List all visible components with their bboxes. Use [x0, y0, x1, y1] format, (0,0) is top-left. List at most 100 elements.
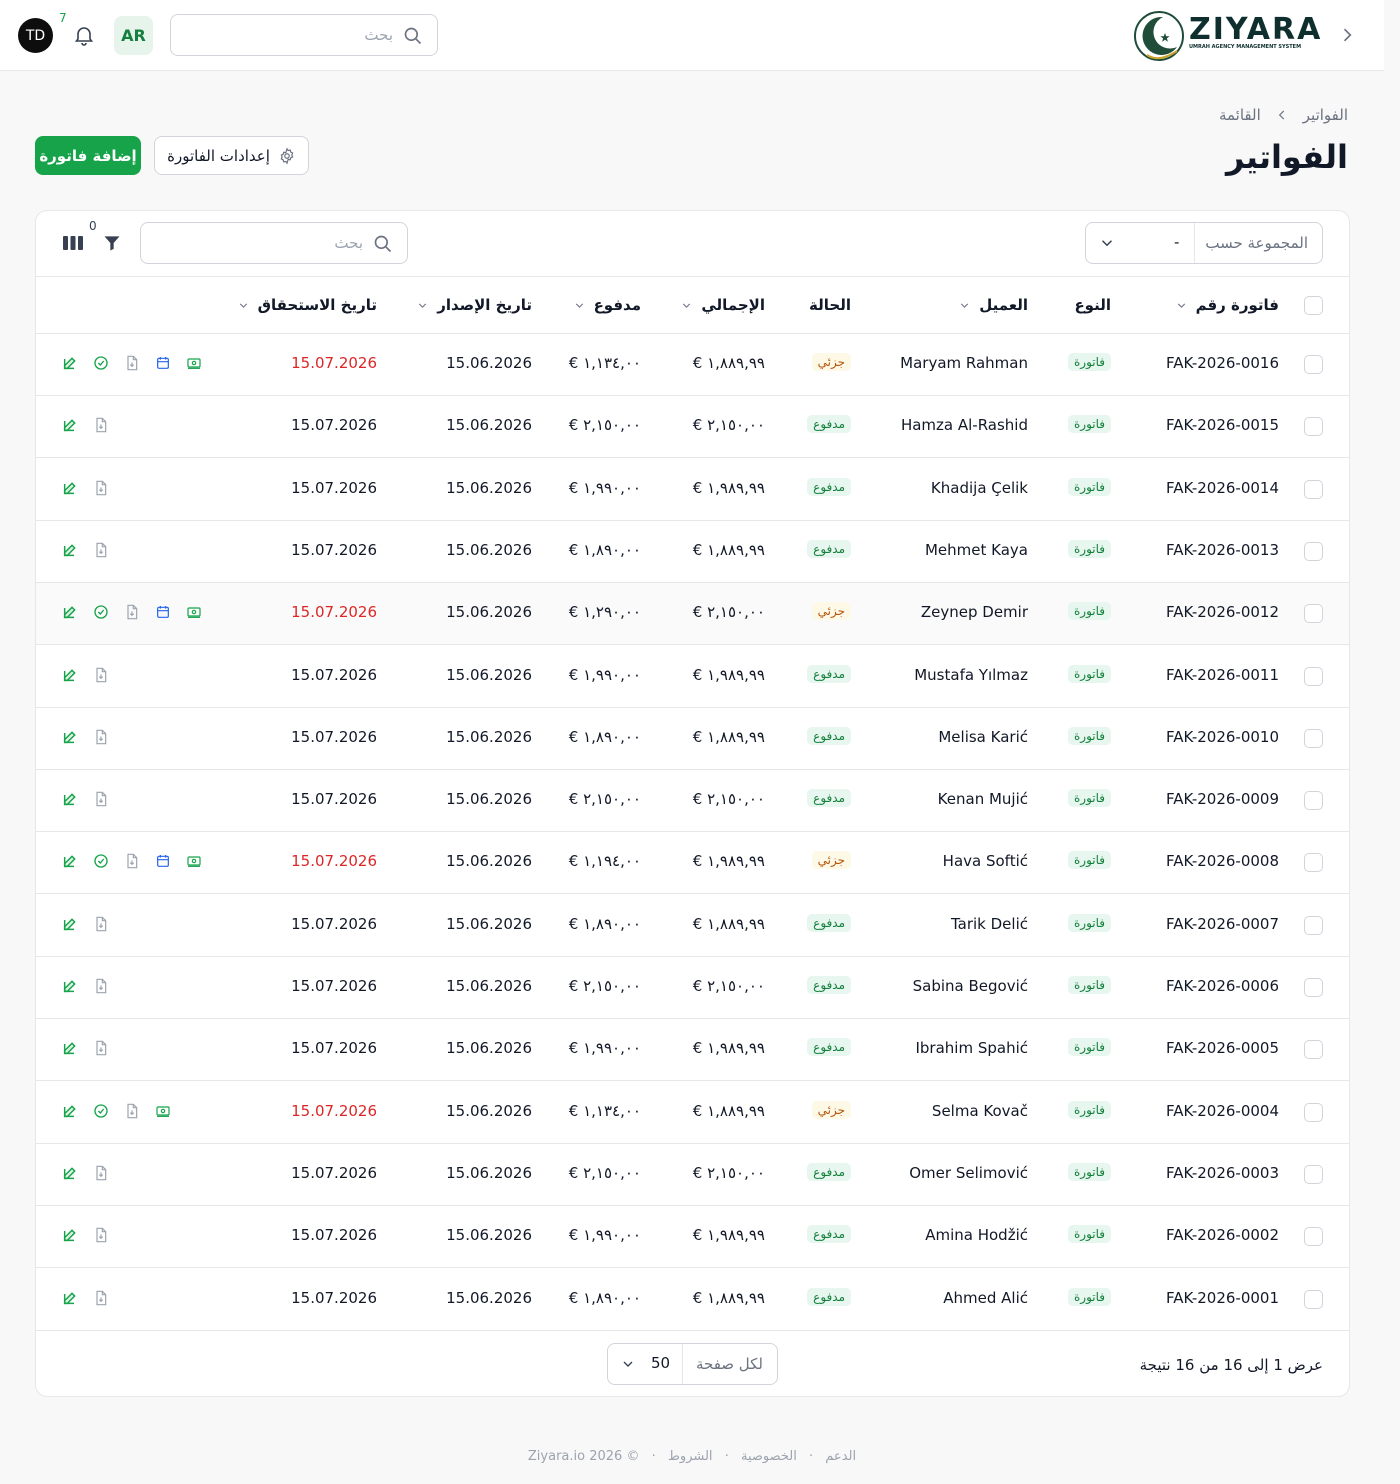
pdf-download-icon[interactable] — [124, 355, 140, 371]
invoice-settings-button[interactable]: إعدادات الفاتورة — [154, 136, 309, 175]
row-checkbox[interactable] — [1304, 1227, 1323, 1247]
invoice-number[interactable]: FAK-2026-0006 — [1166, 977, 1279, 995]
table-row[interactable]: FAK-2026-0009 فاتورة Kenan Mujić مدفوع € ٢,١… — [36, 770, 1349, 833]
column-header-paid[interactable]: مدفوع — [573, 296, 641, 314]
invoice-number[interactable]: FAK-2026-0002 — [1166, 1226, 1279, 1244]
table-row[interactable]: FAK-2026-0015 فاتورة Hamza Al-Rashid مدفوع €… — [36, 396, 1349, 459]
edit-icon[interactable] — [62, 667, 78, 683]
invoice-number[interactable]: FAK-2026-0007 — [1166, 915, 1279, 933]
row-checkbox[interactable] — [1304, 541, 1323, 561]
money-icon[interactable] — [186, 853, 202, 869]
table-row[interactable]: FAK-2026-0010 فاتورة Melisa Karić مدفوع € ١,… — [36, 708, 1349, 770]
invoice-number[interactable]: FAK-2026-0004 — [1166, 1102, 1279, 1120]
footer-privacy-link[interactable]: الخصوصية — [741, 1449, 797, 1464]
pdf-download-icon[interactable] — [93, 1227, 109, 1243]
pdf-download-icon[interactable] — [124, 853, 140, 869]
invoice-number[interactable]: FAK-2026-0016 — [1166, 354, 1279, 372]
footer-terms-link[interactable]: الشروط — [668, 1449, 713, 1464]
row-checkbox[interactable] — [1304, 417, 1323, 437]
edit-icon[interactable] — [62, 355, 78, 371]
column-header-invoice-no[interactable]: فاتورة رقم — [1175, 296, 1279, 314]
table-row[interactable]: FAK-2026-0006 فاتورة Sabina Begović مدفوع € … — [36, 957, 1349, 1019]
check-circle-icon[interactable] — [93, 1103, 109, 1119]
filter-icon[interactable] — [102, 233, 122, 253]
row-checkbox[interactable] — [1304, 1164, 1323, 1184]
edit-icon[interactable] — [62, 1227, 78, 1243]
check-circle-icon[interactable] — [93, 853, 109, 869]
calendar-icon[interactable] — [155, 853, 171, 869]
check-circle-icon[interactable] — [93, 604, 109, 620]
row-checkbox[interactable] — [1304, 978, 1323, 997]
edit-icon[interactable] — [62, 1290, 78, 1306]
breadcrumb-parent[interactable]: الفواتير — [1303, 106, 1348, 124]
table-row[interactable]: FAK-2026-0002 فاتورة Amina Hodžić مدفوع € ١,… — [36, 1206, 1349, 1269]
table-row[interactable]: FAK-2026-0001 فاتورة Ahmed Alić مدفوع € ١,٨٨… — [36, 1269, 1349, 1331]
global-search-input[interactable]: بحث — [170, 14, 438, 56]
edit-icon[interactable] — [62, 1040, 78, 1056]
table-row[interactable]: FAK-2026-0005 فاتورة Ibrahim Spahić مدفوع € … — [36, 1019, 1349, 1082]
edit-icon[interactable] — [62, 480, 78, 496]
row-checkbox[interactable] — [1304, 915, 1323, 935]
pdf-download-icon[interactable] — [124, 1103, 140, 1119]
column-header-client[interactable]: العميل — [958, 296, 1028, 314]
pdf-download-icon[interactable] — [93, 667, 109, 683]
row-checkbox[interactable] — [1304, 666, 1323, 686]
edit-icon[interactable] — [62, 1165, 78, 1181]
invoice-number[interactable]: FAK-2026-0011 — [1166, 666, 1279, 684]
pdf-download-icon[interactable] — [93, 729, 109, 745]
pdf-download-icon[interactable] — [93, 542, 109, 558]
table-row[interactable]: FAK-2026-0014 فاتورة Khadija Çelik مدفوع € ١… — [36, 459, 1349, 521]
invoice-number[interactable]: FAK-2026-0009 — [1166, 790, 1279, 808]
invoice-number[interactable]: FAK-2026-0001 — [1166, 1289, 1279, 1307]
group-by-select[interactable]: المجموعة حسب - — [1085, 222, 1323, 264]
edit-icon[interactable] — [62, 1103, 78, 1119]
per-page-select[interactable]: لكل صفحة 50 — [607, 1343, 778, 1385]
invoice-number[interactable]: FAK-2026-0003 — [1166, 1164, 1279, 1182]
user-avatar[interactable]: TD — [18, 18, 53, 53]
select-all-checkbox[interactable] — [1304, 296, 1323, 315]
invoice-number[interactable]: FAK-2026-0005 — [1166, 1039, 1279, 1057]
invoice-number[interactable]: FAK-2026-0012 — [1166, 603, 1279, 621]
pdf-download-icon[interactable] — [93, 417, 109, 433]
calendar-icon[interactable] — [155, 604, 171, 620]
row-checkbox[interactable] — [1304, 853, 1323, 873]
edit-icon[interactable] — [62, 978, 78, 994]
edit-icon[interactable] — [62, 417, 78, 433]
table-row[interactable]: FAK-2026-0003 فاتورة Omer Selimović مدفوع € … — [36, 1144, 1349, 1206]
column-header-due-date[interactable]: تاريخ الاستحقاق — [237, 296, 377, 314]
edit-icon[interactable] — [62, 791, 78, 807]
pdf-download-icon[interactable] — [93, 480, 109, 496]
row-checkbox[interactable] — [1304, 1040, 1323, 1060]
edit-icon[interactable] — [62, 916, 78, 932]
edit-icon[interactable] — [62, 729, 78, 745]
edit-icon[interactable] — [62, 853, 78, 869]
table-row[interactable]: FAK-2026-0004 فاتورة Selma Kovač جزئي € ١,٨٨… — [36, 1082, 1349, 1144]
add-invoice-button[interactable]: إضافة فاتورة — [35, 136, 141, 175]
columns-icon[interactable] — [62, 233, 84, 253]
table-row[interactable]: FAK-2026-0011 فاتورة Mustafa Yılmaz مدفوع € … — [36, 646, 1349, 708]
chevron-right-icon[interactable] — [1337, 25, 1357, 45]
calendar-icon[interactable] — [155, 355, 171, 371]
pdf-download-icon[interactable] — [93, 791, 109, 807]
pdf-download-icon[interactable] — [93, 916, 109, 932]
check-circle-icon[interactable] — [93, 355, 109, 371]
column-header-issue-date[interactable]: تاريخ الإصدار — [416, 296, 532, 314]
money-icon[interactable] — [186, 355, 202, 371]
footer-support-link[interactable]: الدعم — [825, 1449, 856, 1464]
row-checkbox[interactable] — [1304, 1289, 1323, 1309]
invoice-number[interactable]: FAK-2026-0010 — [1166, 728, 1279, 746]
pdf-download-icon[interactable] — [93, 1040, 109, 1056]
row-checkbox[interactable] — [1304, 728, 1323, 748]
table-row[interactable]: FAK-2026-0012 فاتورة Zeynep Demir جزئي € ٢,١… — [36, 583, 1349, 646]
edit-icon[interactable] — [62, 604, 78, 620]
invoice-number[interactable]: FAK-2026-0014 — [1166, 479, 1279, 497]
row-checkbox[interactable] — [1304, 355, 1323, 374]
pdf-download-icon[interactable] — [124, 604, 140, 620]
table-search-input[interactable]: بحث — [140, 222, 408, 264]
table-row[interactable]: FAK-2026-0016 فاتورة Maryam Rahman جزئي € ١,… — [36, 334, 1349, 396]
money-icon[interactable] — [186, 604, 202, 620]
pdf-download-icon[interactable] — [93, 1165, 109, 1181]
invoice-number[interactable]: FAK-2026-0008 — [1166, 852, 1279, 870]
row-checkbox[interactable] — [1304, 604, 1323, 624]
pdf-download-icon[interactable] — [93, 978, 109, 994]
